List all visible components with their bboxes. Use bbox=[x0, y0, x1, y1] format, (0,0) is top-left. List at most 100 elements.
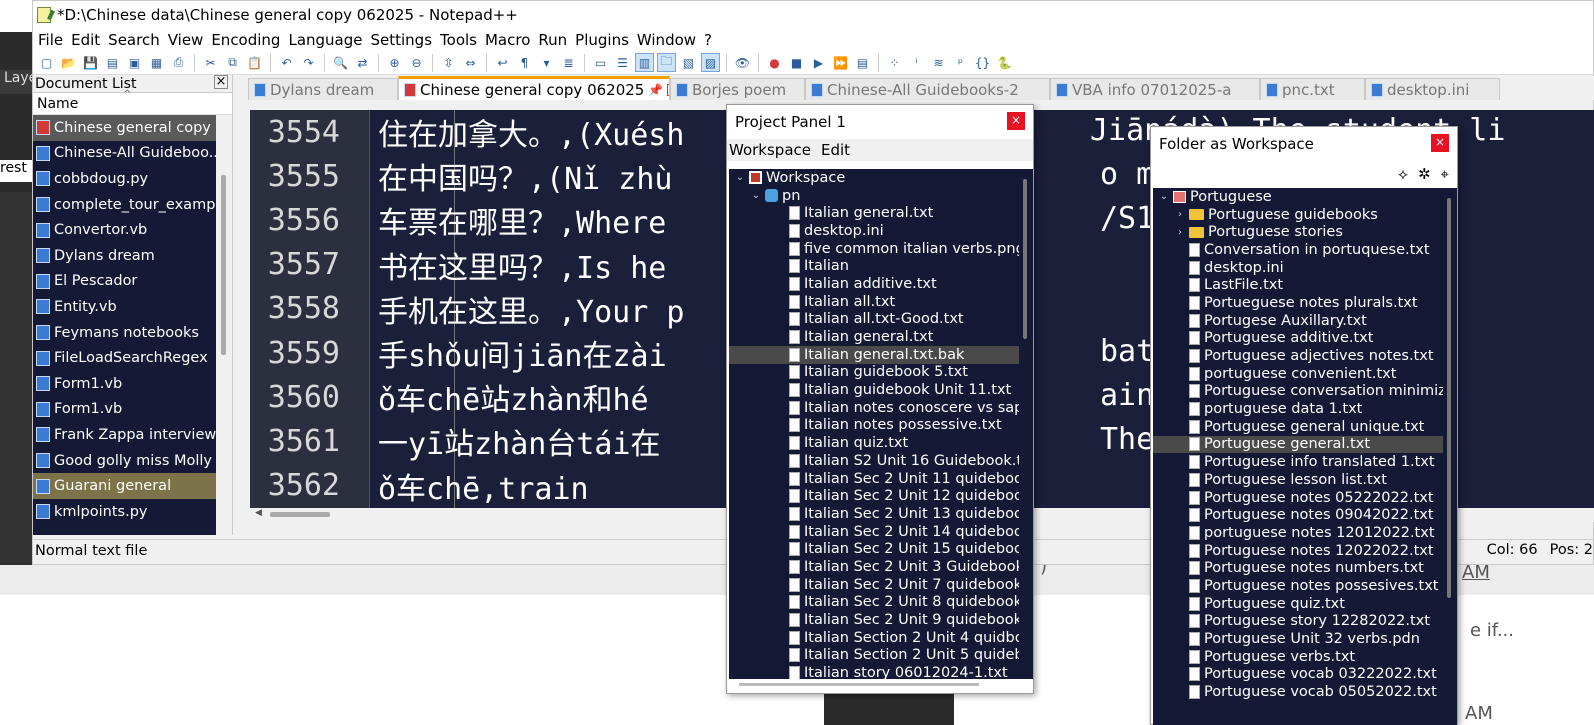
project-menu-edit[interactable]: Edit bbox=[821, 141, 850, 159]
tree-item[interactable]: Italian guidebook Unit 11.txt bbox=[729, 381, 1033, 399]
tree-item[interactable]: Portuguese info translated 1.txt bbox=[1153, 453, 1457, 471]
document-list-item[interactable]: Convertor.vb bbox=[33, 217, 217, 243]
tab-3[interactable]: Chinese-All Guidebooks-2 bbox=[805, 78, 1050, 100]
close-icon[interactable]: ▣ bbox=[125, 53, 144, 72]
zoom-out-icon[interactable]: ⊖ bbox=[407, 53, 426, 72]
run-macro-multiple-icon[interactable]: ⏩ bbox=[831, 53, 850, 72]
chevron-icon[interactable]: ⌄ bbox=[1159, 191, 1169, 202]
project-tree-hscroll-thumb[interactable] bbox=[739, 683, 979, 686]
document-list-item[interactable]: complete_tour_examp... bbox=[33, 192, 217, 218]
print-icon[interactable]: ⎙ bbox=[169, 53, 188, 72]
tree-item[interactable]: Italian Sec 2 Unit 7 quidebook.t bbox=[729, 576, 1033, 594]
tree-item[interactable]: ⌄ Portuguese bbox=[1153, 188, 1457, 206]
document-list-item[interactable]: Good golly miss Molly bbox=[33, 448, 217, 474]
tree-item[interactable]: desktop.ini bbox=[729, 222, 1033, 240]
pin-icon[interactable]: 📌 bbox=[648, 83, 663, 97]
chevron-icon[interactable]: ⌄ bbox=[735, 172, 745, 183]
project-menu-workspace[interactable]: Workspace bbox=[729, 141, 811, 159]
tree-item[interactable]: Portuguese story 12282022.txt bbox=[1153, 613, 1457, 631]
document-list-item[interactable]: Form1.vb bbox=[33, 371, 217, 397]
tab-6[interactable]: desktop.ini bbox=[1365, 78, 1500, 100]
project-panel-icon[interactable]: ▧ bbox=[679, 53, 698, 72]
tree-item[interactable]: Portuguese conversation minimiz bbox=[1153, 383, 1457, 401]
monitoring-icon[interactable]: ▨ bbox=[701, 53, 720, 72]
tree-item[interactable]: Portuguese notes 05222022.txt bbox=[1153, 489, 1457, 507]
tree-item[interactable]: Italian general.txt.bak bbox=[729, 345, 1033, 364]
indent-guide-icon[interactable]: ▾ bbox=[537, 53, 556, 72]
tree-item[interactable]: Portuguese additive.txt bbox=[1153, 330, 1457, 348]
python-icon[interactable]: 🐍 bbox=[995, 53, 1014, 72]
tree-item[interactable]: ⌄ Workspace bbox=[729, 169, 1033, 187]
tree-item[interactable]: Italian all.txt-Good.txt bbox=[729, 311, 1033, 329]
copy-icon[interactable]: ⧉ bbox=[223, 53, 242, 72]
save-all-icon[interactable]: ▤ bbox=[103, 53, 122, 72]
function-list-icon[interactable]: ▥ bbox=[635, 53, 654, 72]
background-rest-tab[interactable]: rest N bbox=[0, 160, 32, 182]
tree-item[interactable]: Portuguese Unit 32 verbs.pdn bbox=[1153, 630, 1457, 648]
sync-horizontal-icon[interactable]: ⇔ bbox=[461, 53, 480, 72]
plugin-tool-icon[interactable]: ⁘ bbox=[885, 53, 904, 72]
tree-item[interactable]: five common italian verbs.png bbox=[729, 240, 1033, 258]
document-list-item[interactable]: Entity.vb bbox=[33, 294, 217, 320]
name-column-header[interactable]: Name ^ bbox=[33, 89, 232, 115]
tree-item[interactable]: Portuguese adjectives notes.txt bbox=[1153, 347, 1457, 365]
scroll-thumb[interactable] bbox=[1447, 198, 1451, 598]
tree-item[interactable]: Portuguese notes numbers.txt bbox=[1153, 559, 1457, 577]
menu-language[interactable]: Language bbox=[288, 31, 369, 49]
zoom-in-icon[interactable]: ⊕ bbox=[385, 53, 404, 72]
menu-encoding[interactable]: Encoding bbox=[211, 31, 287, 49]
menu-run[interactable]: Run bbox=[538, 31, 574, 49]
record-macro-icon[interactable]: ● bbox=[765, 53, 784, 72]
cut-icon[interactable]: ✂ bbox=[201, 53, 220, 72]
tree-item[interactable]: Portuguese notes possesives.txt bbox=[1153, 577, 1457, 595]
tree-item[interactable]: LastFile.txt bbox=[1153, 276, 1457, 294]
document-list-item[interactable]: Chinese general copy ... bbox=[33, 115, 217, 141]
tree-item[interactable]: Portuguese notes 09042022.txt bbox=[1153, 506, 1457, 524]
tree-item[interactable]: Italian general.txt bbox=[729, 328, 1033, 346]
tab-1[interactable]: Chinese general copy 062025📌✕ bbox=[398, 76, 670, 100]
view-icon[interactable]: 👁 bbox=[733, 53, 752, 72]
tree-item[interactable]: Italian Sec 2 Unit 8 quidebook.t bbox=[729, 594, 1033, 612]
tree-item[interactable]: Italian Sec 2 Unit 13 quidebook bbox=[729, 505, 1033, 523]
collapse-all-icon[interactable]: ✲ bbox=[1418, 165, 1431, 183]
tree-item[interactable]: › Portuguese guidebooks bbox=[1153, 206, 1457, 224]
project-tree-scrollbar[interactable] bbox=[1019, 169, 1033, 679]
menu-tools[interactable]: Tools bbox=[440, 31, 484, 49]
tree-item[interactable]: Italian guidebook 5.txt bbox=[729, 364, 1033, 382]
save-icon[interactable]: 💾 bbox=[81, 53, 100, 72]
tree-item[interactable]: Italian notes conoscere vs sape bbox=[729, 399, 1033, 417]
tree-item[interactable]: Italian Sec 2 Unit 9 quidebook.t bbox=[729, 611, 1033, 629]
folder-panel-titlebar[interactable]: Folder as Workspace × bbox=[1151, 127, 1457, 161]
document-list-item[interactable]: Feymans notebooks bbox=[33, 320, 217, 346]
document-list-item[interactable]: Form1.vb bbox=[33, 397, 217, 423]
document-list-scrollbar[interactable] bbox=[216, 115, 232, 535]
find-icon[interactable]: 🔍 bbox=[331, 53, 350, 72]
menu-plugins[interactable]: Plugins bbox=[575, 31, 636, 49]
project-panel-titlebar[interactable]: Project Panel 1 × bbox=[727, 105, 1033, 139]
expand-all-icon[interactable]: ⟡ bbox=[1398, 165, 1408, 183]
document-list-item[interactable]: Guarani general bbox=[33, 473, 217, 499]
tree-item[interactable]: Italian Sec 2 Unit 12 quidebook bbox=[729, 487, 1033, 505]
tree-item[interactable]: Portuguese vocab 03222022.txt bbox=[1153, 666, 1457, 684]
document-map-icon[interactable]: ▭ bbox=[591, 53, 610, 72]
tree-item[interactable]: Italian Sec 2 Unit 11 quidebook bbox=[729, 470, 1033, 488]
chevron-icon[interactable]: › bbox=[1175, 227, 1185, 238]
menu-edit[interactable]: Edit bbox=[71, 31, 107, 49]
document-list-close-button[interactable]: × bbox=[214, 75, 228, 89]
tab-0[interactable]: Dylans dream bbox=[248, 78, 398, 100]
replace-icon[interactable]: ⇄ bbox=[353, 53, 372, 72]
tree-item[interactable]: portuguese data 1.txt bbox=[1153, 400, 1457, 418]
tree-item[interactable]: Italian Section 2 Unit 5 quidebo bbox=[729, 647, 1033, 665]
tree-item[interactable]: Italian additive.txt bbox=[729, 275, 1033, 293]
folder-workspace-icon[interactable]: 🗀 bbox=[657, 53, 676, 72]
tree-item[interactable]: Italian quiz.txt bbox=[729, 434, 1033, 452]
background-link[interactable]: AM bbox=[1462, 562, 1490, 583]
save-macro-icon[interactable]: ▤ bbox=[853, 53, 872, 72]
tree-item[interactable]: Portuguese lesson list.txt bbox=[1153, 471, 1457, 489]
open-file-icon[interactable]: 📂 bbox=[59, 53, 78, 72]
tree-item[interactable]: Italian bbox=[729, 257, 1033, 275]
menu-help[interactable]: ? bbox=[704, 31, 719, 49]
tree-item[interactable]: portuguese notes 12012022.txt bbox=[1153, 524, 1457, 542]
chevron-icon[interactable]: ⌄ bbox=[751, 190, 761, 201]
stop-macro-icon[interactable]: ■ bbox=[787, 53, 806, 72]
